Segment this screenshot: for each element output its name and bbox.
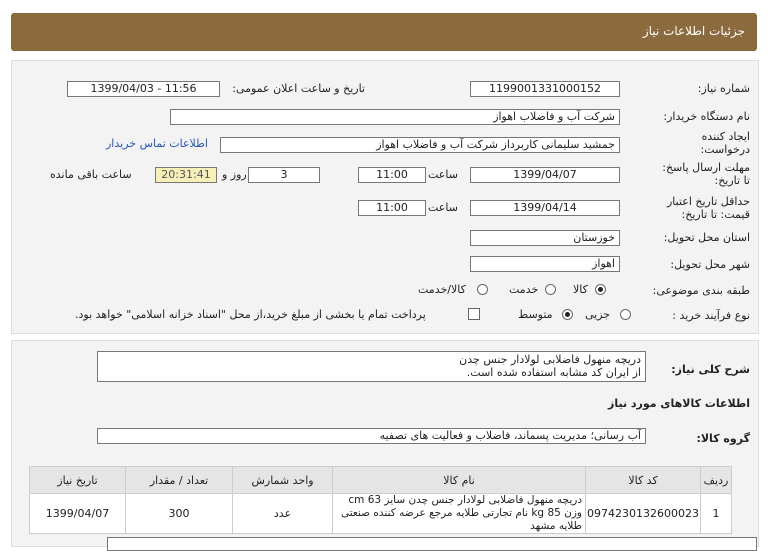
province-label: استان محل تحویل:	[663, 231, 750, 244]
treasury-payment-checkbox[interactable]	[468, 308, 480, 320]
buyer-contact-link[interactable]: اطلاعات تماس خریدار	[106, 137, 208, 150]
goods-info-title: اطلاعات کالاهای مورد نیاز	[608, 397, 750, 410]
item-need-date: 1399/04/07	[28, 493, 127, 534]
deadline-time-field: 11:00	[358, 167, 426, 183]
city-label: شهر محل تحویل:	[670, 258, 750, 271]
col-row-header: ردیف	[700, 466, 732, 494]
days-label: روز و	[222, 168, 247, 181]
announce-label: تاریخ و ساعت اعلان عمومی:	[232, 82, 365, 95]
purchase-type-label: نوع فرآیند خرید :	[672, 309, 750, 322]
item-quantity: 300	[125, 493, 234, 534]
col-date-header: تاریخ نیاز	[28, 466, 127, 494]
buyer-field: شرکت آب و فاضلاب اهواز	[170, 109, 620, 125]
buyer-notes-box	[107, 537, 757, 551]
page-header: جزئیات اطلاعات نیاز	[11, 13, 757, 51]
category-service-radio[interactable]	[545, 284, 556, 295]
col-unit-header: واحد شمارش	[232, 466, 334, 494]
validity-time-field: 11:00	[358, 200, 426, 216]
deadline-time-label: ساعت	[428, 168, 458, 181]
need-number-field: 1199001331000152	[470, 81, 620, 97]
remaining-time-field: 20:31:41	[155, 167, 217, 183]
page-title: جزئیات اطلاعات نیاز	[642, 24, 745, 38]
goods-table: ردیف کد کالا نام کالا واحد شمارش تعداد /…	[28, 466, 732, 534]
category-service-label: خدمت	[509, 283, 539, 296]
deadline-date-field: 1399/04/07	[470, 167, 620, 183]
days-field: 3	[248, 167, 320, 183]
creator-field: جمشید سلیمانی کاربرداز شرکت آب و فاضلاب …	[220, 137, 620, 153]
category-label: طبقه بندی موضوعی:	[652, 284, 750, 297]
validity-time-label: ساعت	[428, 201, 458, 214]
remaining-label: ساعت باقی مانده	[50, 168, 132, 181]
treasury-payment-note: پرداخت تمام یا بخشی از مبلغ خرید،از محل …	[75, 308, 426, 321]
item-unit: عدد	[232, 493, 334, 534]
category-goods-label: کالا	[573, 283, 588, 296]
goods-group-label: گروه کالا:	[696, 432, 750, 445]
table-row[interactable]: 1 0974230132600023 دریچه منهول فاضلابی ل…	[28, 493, 732, 534]
creator-label: ایجاد کننده درخواست:	[700, 130, 750, 156]
general-description-line2: از ایران کد مشابه استفاده شده است.	[466, 366, 641, 379]
general-description-label: شرح کلی نیاز:	[671, 363, 750, 376]
item-code: 0974230132600023	[585, 493, 701, 534]
purchase-minor-label: جزیی	[585, 308, 611, 321]
purchase-medium-radio[interactable]	[562, 309, 573, 320]
goods-table-header: ردیف کد کالا نام کالا واحد شمارش تعداد /…	[28, 466, 732, 494]
col-code-header: کد کالا	[585, 466, 701, 494]
validity-date-field: 1399/04/14	[470, 200, 620, 216]
purchase-medium-label: متوسط	[518, 308, 553, 321]
deadline-label: مهلت ارسال پاسخ: تا تاریخ:	[662, 161, 750, 187]
goods-group-field: آب رسانی؛ مدیریت پسماند، فاضلاب و فعالیت…	[97, 428, 646, 444]
general-description-box: دریچه منهول فاضلابی لولادار جنس چدن از ا…	[97, 351, 646, 382]
buyer-label: نام دستگاه خریدار:	[663, 110, 750, 123]
general-description-line1: دریچه منهول فاضلابی لولادار جنس چدن	[459, 353, 641, 366]
validity-label: حداقل تاریخ اعتبار قیمت: تا تاریخ:	[666, 195, 750, 221]
need-number-label: شماره نیاز:	[697, 82, 750, 95]
purchase-minor-radio[interactable]	[620, 309, 631, 320]
col-name-header: نام کالا	[332, 466, 587, 494]
category-goods-service-label: کالا/خدمت	[418, 283, 466, 296]
row-number: 1	[700, 493, 732, 534]
province-field: خوزستان	[470, 230, 620, 246]
announce-field: 1399/04/03 - 11:56	[67, 81, 220, 97]
category-goods-service-radio[interactable]	[477, 284, 488, 295]
city-field: اهواز	[470, 256, 620, 272]
col-qty-header: تعداد / مقدار	[125, 466, 234, 494]
category-goods-radio[interactable]	[595, 284, 606, 295]
item-name: دریچه منهول فاضلابی لولادار جنس چدن سایز…	[332, 493, 587, 534]
